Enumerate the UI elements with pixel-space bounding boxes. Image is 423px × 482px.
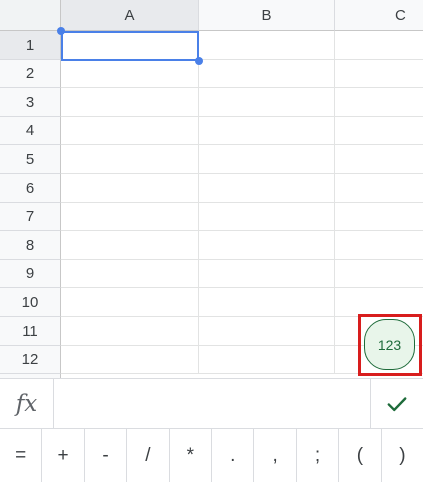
cell-a5[interactable] — [61, 145, 199, 174]
cell-c1[interactable] — [335, 31, 423, 60]
selection-handle-top-left[interactable] — [57, 27, 65, 35]
symbol-key-2[interactable]: - — [85, 429, 128, 482]
symbol-key-6[interactable]: , — [254, 429, 297, 482]
row-header-11[interactable]: 11 — [0, 317, 61, 346]
cell-c5[interactable] — [335, 145, 423, 174]
symbol-key-7[interactable]: ; — [297, 429, 340, 482]
cell-a12[interactable] — [61, 346, 199, 374]
cell-c3[interactable] — [335, 88, 423, 117]
column-header-c[interactable]: C — [335, 0, 423, 31]
row-header-3[interactable]: 3 — [0, 88, 61, 117]
cell-c2[interactable] — [335, 60, 423, 88]
cell-b8[interactable] — [199, 231, 335, 260]
symbol-key-3[interactable]: / — [127, 429, 170, 482]
cell-b4[interactable] — [199, 117, 335, 145]
fx-icon: fx — [0, 379, 54, 428]
cell-a10[interactable] — [61, 288, 199, 317]
formula-input[interactable] — [54, 379, 370, 428]
cell-c10[interactable] — [335, 288, 423, 317]
select-all-corner[interactable] — [0, 0, 61, 31]
row-header-10[interactable]: 10 — [0, 288, 61, 317]
cell-c4[interactable] — [335, 117, 423, 145]
cell-c8[interactable] — [335, 231, 423, 260]
cell-c9[interactable] — [335, 260, 423, 288]
cell-a8[interactable] — [61, 231, 199, 260]
cell-b1[interactable] — [199, 31, 335, 60]
cell-b5[interactable] — [199, 145, 335, 174]
cell-b6[interactable] — [199, 174, 335, 203]
cell-a6[interactable] — [61, 174, 199, 203]
symbol-key-9[interactable]: ) — [382, 429, 423, 482]
formula-bar: fx — [0, 378, 423, 429]
spreadsheet-grid: A B C 1 2 3 4 5 6 7 8 9 10 11 12 123 — [0, 0, 423, 378]
row-header-6[interactable]: 6 — [0, 174, 61, 203]
symbol-key-8[interactable]: ( — [339, 429, 382, 482]
symbol-key-4[interactable]: * — [170, 429, 213, 482]
cell-b2[interactable] — [199, 60, 335, 88]
row-header-9[interactable]: 9 — [0, 260, 61, 288]
symbol-key-row: = + - / *.,;() — [0, 429, 423, 482]
cell-a7[interactable] — [61, 203, 199, 231]
cell-a3[interactable] — [61, 88, 199, 117]
selection-handle-bottom-right[interactable] — [195, 57, 203, 65]
symbol-key-1[interactable]: + — [42, 429, 85, 482]
row-header-1[interactable]: 1 — [0, 31, 61, 60]
cell-c7[interactable] — [335, 203, 423, 231]
cell-a2[interactable] — [61, 60, 199, 88]
cell-b3[interactable] — [199, 88, 335, 117]
cell-b7[interactable] — [199, 203, 335, 231]
check-icon — [387, 396, 407, 411]
symbol-key-0[interactable]: = — [0, 429, 43, 482]
cell-a4[interactable] — [61, 117, 199, 145]
row-header-5[interactable]: 5 — [0, 145, 61, 174]
row-header-7[interactable]: 7 — [0, 203, 61, 231]
row-header-4[interactable]: 4 — [0, 117, 61, 145]
cell-b11[interactable] — [199, 317, 335, 346]
cell-c6[interactable] — [335, 174, 423, 203]
column-header-a[interactable]: A — [61, 0, 199, 31]
cell-b10[interactable] — [199, 288, 335, 317]
column-header-b[interactable]: B — [199, 0, 335, 31]
cell-a9[interactable] — [61, 260, 199, 288]
cell-b9[interactable] — [199, 260, 335, 288]
cell-a11[interactable] — [61, 317, 199, 346]
row-header-12[interactable]: 12 — [0, 346, 61, 374]
row-header-2[interactable]: 2 — [0, 60, 61, 88]
cell-a1[interactable] — [61, 31, 199, 60]
cell-b12[interactable] — [199, 346, 335, 374]
symbol-key-5[interactable]: . — [212, 429, 255, 482]
confirm-formula-button[interactable] — [370, 379, 423, 428]
row-header-8[interactable]: 8 — [0, 231, 61, 260]
numeric-keyboard-toggle-button[interactable]: 123 — [364, 319, 415, 370]
